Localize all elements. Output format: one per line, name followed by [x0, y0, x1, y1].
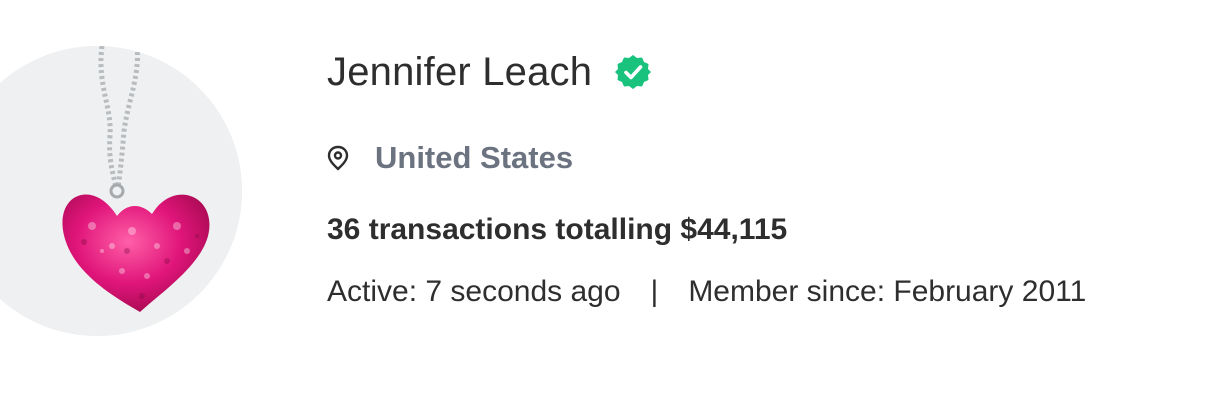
verified-check-badge-icon: [614, 53, 652, 91]
profile-location: United States: [375, 140, 574, 175]
avatar: [0, 46, 242, 336]
divider: |: [650, 275, 659, 308]
transactions-summary: 36 transactions totalling $44,115: [327, 213, 788, 246]
profile-name: Jennifer Leach: [327, 49, 593, 94]
avatar-image: [0, 46, 242, 336]
profile-info: Jennifer Leach United States 36 transact…: [327, 44, 1207, 312]
location-pin-icon: [327, 145, 349, 171]
name-row: Jennifer Leach: [327, 44, 1207, 100]
location-row: United States: [327, 138, 1207, 178]
member-since: Member since: February 2011: [688, 275, 1087, 308]
activity-row: Active: 7 seconds ago | Member since: Fe…: [327, 272, 1207, 312]
active-status: Active: 7 seconds ago: [327, 275, 621, 308]
